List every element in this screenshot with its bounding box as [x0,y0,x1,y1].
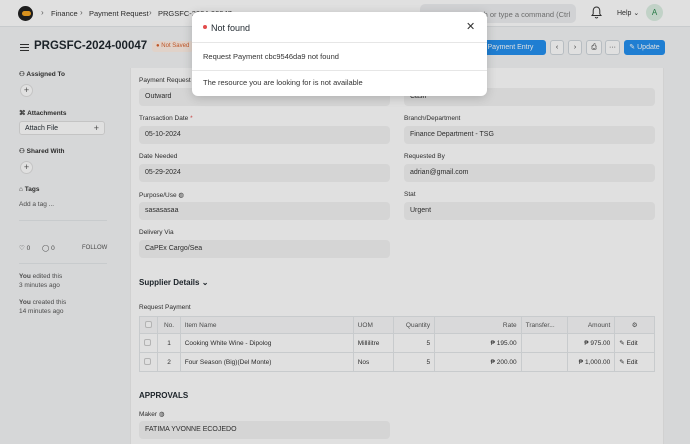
dialog-title: Not found [211,23,251,33]
error-indicator-icon [203,25,207,29]
dialog-header: Not found ✕ [192,12,487,43]
not-found-dialog: Not found ✕ Request Payment cbc9546da9 n… [192,12,487,96]
dialog-detail: The resource you are looking for is not … [203,78,363,87]
dialog-divider [192,70,487,71]
dialog-message: Request Payment cbc9546da9 not found [203,52,339,61]
close-icon[interactable]: ✕ [466,20,475,33]
